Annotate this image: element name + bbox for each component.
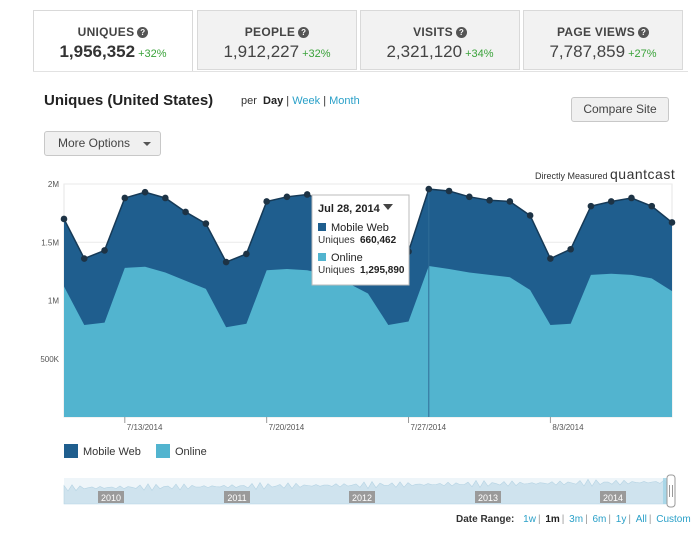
data-point-total — [60, 215, 68, 223]
data-point-total — [506, 198, 514, 205]
navigator-year-label: 2011 — [227, 493, 246, 503]
tooltip-series2-metric: Uniques — [318, 265, 355, 276]
navigator-handle[interactable] — [666, 474, 676, 508]
data-point-total — [182, 208, 189, 216]
range-all[interactable]: All — [636, 514, 647, 525]
tooltip-swatch-mobile — [318, 223, 326, 231]
tooltip-series1-value: 660,462 — [360, 235, 397, 246]
data-point-total — [668, 219, 676, 226]
tooltip-series1-name: Mobile Web — [331, 222, 389, 234]
x-tick-label: 8/3/2014 — [552, 423, 584, 432]
legend-swatch — [155, 444, 170, 458]
y-tick-label: 500K — [40, 355, 59, 364]
data-point-total — [445, 187, 453, 195]
area-chart: 500K 1M 1.5M 2M 7/13/2014 7/20/2014 7/27/2014… — [40, 180, 676, 432]
data-point-total — [141, 188, 149, 196]
x-tick-label: 7/20/2014 — [269, 423, 305, 432]
data-point-total — [243, 250, 250, 258]
data-point-total — [547, 255, 554, 262]
tooltip-date: Jul 28, 2014 — [318, 203, 381, 215]
y-tick-label: 2M — [48, 180, 59, 189]
range-1m[interactable]: 1m — [545, 514, 559, 525]
data-point-total — [628, 194, 635, 202]
legend-swatch — [64, 444, 78, 458]
data-point-total — [303, 191, 311, 198]
date-range-selector: Date Range: 1w | 1m | 3m | 6m | 1y | All | Cus… — [456, 514, 691, 525]
navigator-year-label: 2013 — [478, 493, 498, 503]
y-tick-label: 1M — [48, 297, 59, 306]
data-point-total — [121, 194, 129, 202]
data-point-total — [567, 245, 574, 253]
tooltip-series1-metric: Uniques — [318, 235, 355, 246]
x-tick-label: 7/27/2014 — [411, 423, 447, 432]
legend-item-mobile-web[interactable]: Mobile Web — [64, 444, 141, 458]
navigator-year-label: 2012 — [352, 493, 372, 503]
data-point-total — [526, 212, 534, 219]
range-custom[interactable]: Custom — [656, 514, 690, 525]
data-point-total — [466, 193, 473, 201]
y-tick-label: 1.5M — [41, 238, 59, 247]
data-point-total — [486, 197, 493, 204]
data-point-total — [587, 202, 595, 210]
tooltip-series2-value: 1,295,890 — [360, 265, 405, 276]
date-range-label: Date Range: — [456, 514, 515, 525]
tooltip-swatch-online — [318, 253, 326, 261]
data-point-total — [162, 194, 169, 202]
range-6m[interactable]: 6m — [592, 514, 606, 525]
chart-legend: Mobile Web Online — [64, 444, 219, 458]
data-point-total — [80, 255, 88, 262]
data-point-total — [263, 198, 270, 205]
range-1w[interactable]: 1w — [523, 514, 536, 525]
navigator-year-label: 2014 — [603, 493, 623, 503]
range-navigator[interactable]: 2010 2011 2012 2013 2014 — [0, 470, 697, 510]
data-point-total — [425, 185, 433, 193]
chart-tooltip: Jul 28, 2014 Mobile Web Uniques 660,462 … — [311, 194, 410, 286]
navigator-year-label: 2010 — [101, 493, 121, 503]
range-3m[interactable]: 3m — [569, 514, 583, 525]
y-axis-labels: 500K 1M 1.5M 2M — [40, 180, 59, 364]
data-point-total — [222, 258, 230, 266]
range-1y[interactable]: 1y — [616, 514, 627, 525]
legend-item-online[interactable]: Online — [155, 444, 207, 458]
tooltip-series2-name: Online — [331, 252, 363, 264]
data-point-total — [648, 202, 656, 210]
x-axis-labels: 7/13/2014 7/20/2014 7/27/2014 8/3/2014 — [124, 417, 584, 432]
legend-label: Online — [174, 446, 207, 458]
data-point-total — [101, 247, 108, 254]
handle-grip-icon[interactable] — [666, 474, 676, 508]
legend-label: Mobile Web — [83, 446, 141, 458]
x-tick-label: 7/13/2014 — [127, 423, 163, 432]
data-point-total — [202, 220, 210, 227]
data-point-total — [607, 198, 615, 205]
data-point-total — [283, 193, 291, 201]
